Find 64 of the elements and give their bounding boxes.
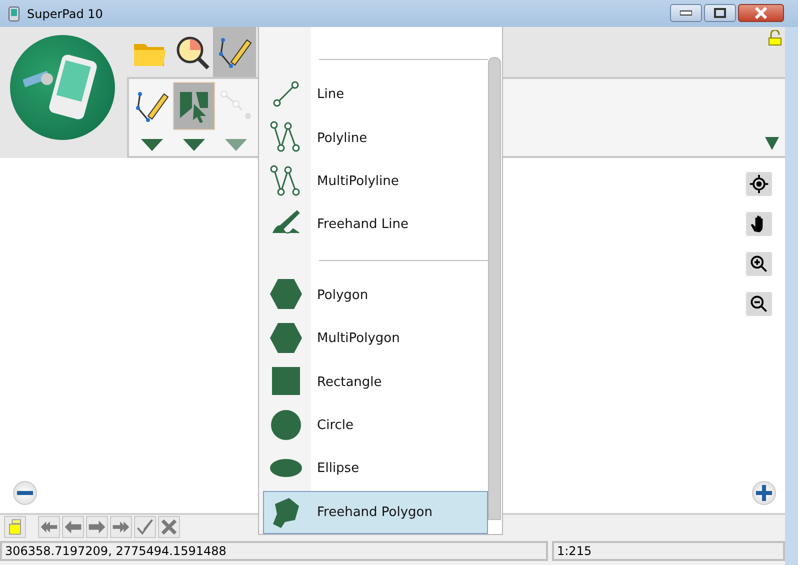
ellipse-icon (270, 458, 302, 477)
zoom-in-icon (750, 256, 768, 272)
freehand-polygon-icon (273, 498, 299, 528)
locate-icon (748, 174, 770, 194)
menu-item[interactable]: Polygon (263, 274, 488, 317)
polyline-icon (270, 164, 300, 196)
magnifier-icon (176, 36, 209, 70)
nav-button[interactable] (134, 516, 156, 538)
circle-icon (271, 410, 301, 440)
nav-button[interactable] (110, 516, 132, 538)
polyline-icon (270, 121, 300, 152)
app-icon (6, 6, 22, 22)
map-tool-button[interactable] (746, 172, 772, 196)
minimize-button[interactable] (670, 4, 702, 22)
hexagon-icon (270, 279, 302, 310)
menu-item[interactable]: MultiPolyline (263, 160, 488, 204)
coordinates-field: 306358.7197209, 2775494.1591488 (0, 541, 548, 561)
brush-icon (272, 210, 300, 234)
menu-item[interactable]: Rectangle (263, 360, 488, 404)
layer-icon (9, 519, 21, 535)
map-tool-button[interactable] (746, 212, 772, 236)
maximize-button[interactable] (704, 4, 736, 22)
line-icon (273, 80, 299, 106)
map-tool-button[interactable] (746, 292, 772, 316)
menu-item[interactable]: Freehand Polygon (263, 490, 488, 534)
zoom-out-button[interactable] (13, 481, 37, 505)
zoom-in-button[interactable] (752, 481, 776, 505)
menu-item[interactable]: Line (263, 72, 488, 116)
pencil-icon (136, 92, 169, 122)
nav-button[interactable] (4, 516, 26, 538)
menu-item[interactable]: Polyline (263, 116, 488, 160)
minus-icon (17, 491, 33, 495)
menu-item[interactable]: Ellipse (263, 447, 488, 491)
plus-icon (756, 485, 772, 501)
double-right-arrow-icon (112, 522, 130, 532)
map-tool-button[interactable] (746, 252, 772, 276)
pencil-icon (218, 38, 252, 68)
scrollbar-thumb[interactable] (488, 57, 501, 520)
node-icon (220, 90, 251, 119)
close-icon (754, 7, 768, 19)
nav-button[interactable] (38, 516, 60, 538)
toolbar-tab[interactable] (213, 27, 256, 77)
nav-button[interactable] (86, 516, 108, 538)
zoom-out-icon (750, 296, 768, 312)
nav-button[interactable] (62, 516, 84, 538)
hexagon-icon (270, 322, 302, 353)
close-button[interactable] (738, 4, 784, 22)
select-arrow-icon (180, 92, 208, 123)
double-left-arrow-icon (40, 522, 58, 532)
maximize-icon (714, 8, 726, 18)
hand-icon (750, 216, 763, 232)
square-icon (272, 367, 300, 396)
nav-button[interactable] (158, 516, 180, 538)
folder-icon (134, 44, 166, 66)
cross-icon (160, 518, 178, 536)
left-arrow-icon (64, 520, 82, 534)
menu-item[interactable]: Circle (263, 404, 488, 448)
menu-item[interactable]: MultiPolygon (263, 317, 488, 360)
lock-icon[interactable] (768, 30, 782, 46)
window-title: SuperPad 10 (27, 6, 104, 20)
minimize-icon (680, 10, 692, 16)
scale-field: 1:215 (552, 541, 785, 561)
right-arrow-icon (88, 520, 106, 534)
menu-item[interactable]: Freehand Line (263, 203, 488, 247)
